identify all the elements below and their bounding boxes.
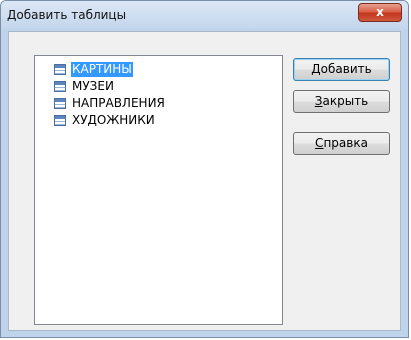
help-button[interactable]: Справка [293,132,390,155]
close-button[interactable]: Закрыть [293,90,390,113]
table-icon [54,97,66,109]
table-icon [54,63,66,75]
close-window-button[interactable]: x [358,3,402,22]
list-item-muzei[interactable]: МУЗЕИ [54,78,115,94]
list-item-label: КАРТИНЫ [71,61,133,77]
close-icon: x [376,5,384,19]
list-item-label: НАПРАВЛЕНИЯ [72,95,165,110]
table-icon [54,114,66,126]
list-item-label: ХУДОЖНИКИ [72,112,155,127]
close-button-label: акрыть [322,94,369,108]
list-item-kartiny[interactable]: КАРТИНЫ [54,61,133,77]
add-button-label: обавить [320,62,372,76]
dialog-title: Добавить таблицы [7,8,127,22]
add-button[interactable]: Добавить [293,58,390,81]
dialog-body: КАРТИНЫ МУЗЕИ НАПРАВЛЕНИЯ ХУДОЖНИКИ Доба… [8,31,401,331]
add-tables-dialog: Добавить таблицы x КАРТИНЫ МУЗЕИ НАПРАВЛ… [0,0,409,338]
help-button-label: правка [323,136,368,150]
title-bar[interactable]: Добавить таблицы x [1,1,408,29]
list-item-khudozhniki[interactable]: ХУДОЖНИКИ [54,112,156,128]
list-item-napravleniya[interactable]: НАПРАВЛЕНИЯ [54,95,166,111]
add-button-hotkey: Д [311,62,321,76]
tables-list[interactable]: КАРТИНЫ МУЗЕИ НАПРАВЛЕНИЯ ХУДОЖНИКИ [34,55,283,325]
list-item-label: МУЗЕИ [72,78,114,93]
table-icon [54,80,66,92]
